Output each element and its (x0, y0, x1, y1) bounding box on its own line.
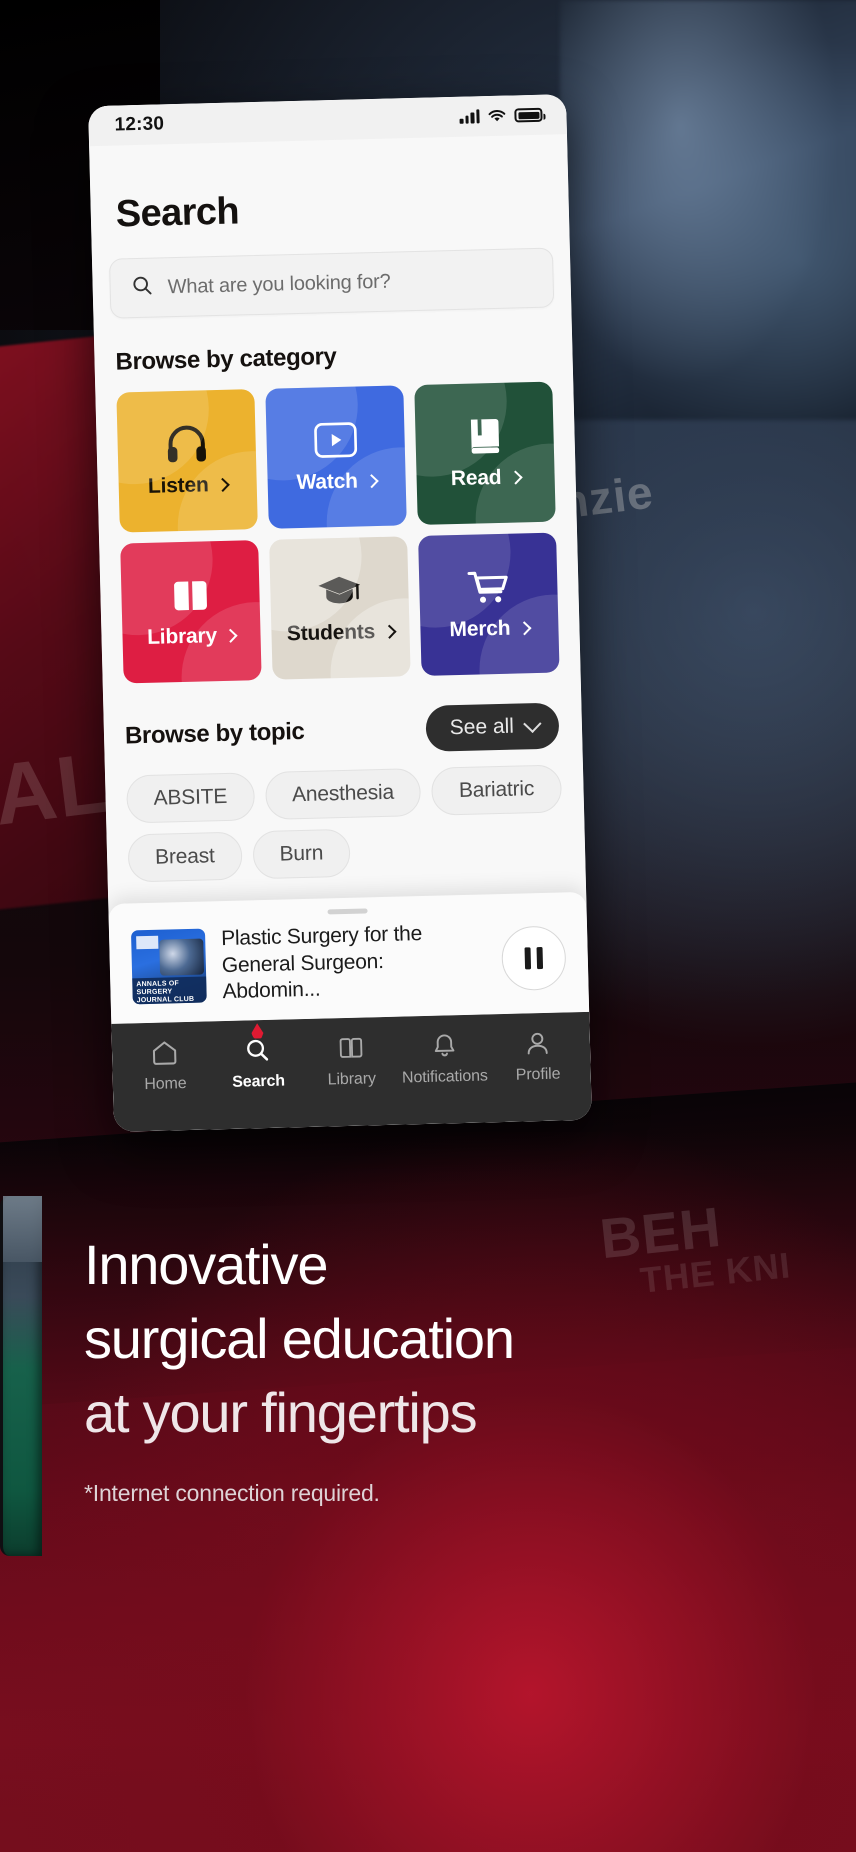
phone-mockup: 12:30 Search What are you looking for? B… (88, 94, 592, 1132)
background-text-al: AL (0, 734, 116, 844)
tab-label: Library (327, 1070, 377, 1089)
category-tile-label: Students (286, 620, 397, 647)
mini-player-artwork: ANNALS OF SURGERY JOURNAL CLUB (130, 928, 207, 1005)
shopping-cart-icon (466, 563, 511, 612)
category-tile-merch[interactable]: Merch (418, 532, 560, 676)
book-open-icon (169, 570, 212, 619)
graduation-cap-icon (316, 566, 363, 615)
category-section-title: Browse by category (115, 343, 337, 376)
tab-label: Home (144, 1075, 187, 1094)
tile-label-text: Watch (296, 469, 359, 495)
book-icon (337, 1034, 366, 1063)
mini-player-text: Plastic Surgery for the General Surgeon:… (221, 919, 487, 1006)
tab-label: Search (232, 1072, 286, 1091)
topic-section-title: Browse by topic (124, 717, 305, 750)
background-photo-sliver (0, 1196, 42, 1556)
bottom-tab-bar: Home Search Library Notifications Profil… (111, 1011, 592, 1132)
category-section-header: Browse by category (115, 337, 556, 376)
chevron-right-icon (382, 624, 397, 639)
marketing-line-1: Innovative (84, 1233, 328, 1296)
book-closed-icon (466, 412, 503, 461)
drag-handle[interactable] (327, 908, 368, 915)
category-tile-read[interactable]: Read (414, 381, 556, 526)
tile-label-text: Library (146, 624, 218, 649)
blood-drop-icon (251, 1023, 263, 1039)
search-screen-content: Search What are you looking for? Browse … (89, 134, 590, 1024)
category-tile-grid: Listen Watch Read Library Students Merch (116, 381, 560, 684)
tab-library[interactable]: Library (305, 1033, 398, 1090)
category-tile-watch[interactable]: Watch (265, 385, 407, 529)
category-tile-label: Watch (296, 469, 379, 495)
search-icon (244, 1036, 272, 1065)
tab-notifications[interactable]: Notifications (398, 1030, 491, 1087)
artwork-caption-line1: ANNALS OF (136, 980, 180, 989)
topic-section-header: Browse by topic See all (124, 702, 565, 759)
marketing-copy: Innovative surgical education at your fi… (84, 1228, 784, 1507)
artwork-photo (159, 938, 205, 976)
category-tile-library[interactable]: Library (120, 540, 262, 684)
tab-home[interactable]: Home (118, 1037, 211, 1094)
topic-chip-burn[interactable]: Burn (251, 828, 351, 880)
tile-label-text: Students (286, 620, 376, 646)
page-title: Search (115, 190, 240, 236)
mini-player[interactable]: ANNALS OF SURGERY JOURNAL CLUB Plastic S… (108, 891, 590, 1024)
marketing-line-3: at your fingertips (84, 1380, 478, 1444)
search-icon (130, 274, 154, 303)
pause-icon (524, 946, 544, 970)
person-icon (524, 1029, 550, 1058)
chevron-right-icon (508, 470, 523, 485)
artwork-caption-line3: JOURNAL CLUB (136, 995, 195, 1005)
home-icon (151, 1038, 179, 1067)
mini-player-pause-button[interactable] (500, 925, 567, 992)
play-rectangle-icon (313, 416, 358, 465)
background-photo-operating-room (560, 0, 856, 420)
tile-label-text: Listen (147, 473, 209, 498)
chevron-right-icon (223, 628, 239, 643)
see-all-label: See all (449, 714, 515, 740)
artwork-caption-line2: SURGERY (136, 988, 173, 997)
battery-icon (514, 107, 543, 123)
phone-screen: 12:30 Search What are you looking for? B… (88, 94, 592, 1132)
marketing-footnote: *Internet connection required. (84, 1479, 380, 1506)
category-tile-label: Merch (449, 616, 532, 642)
tile-label-text: Read (450, 465, 502, 491)
category-tile-label: Library (146, 624, 239, 650)
status-bar-time: 12:30 (114, 113, 165, 136)
topic-chip-bariatric[interactable]: Bariatric (431, 764, 562, 816)
tab-search[interactable]: Search (211, 1035, 304, 1092)
search-placeholder: What are you looking for? (167, 270, 391, 298)
category-tile-label: Listen (147, 473, 230, 499)
search-input[interactable]: What are you looking for? (108, 247, 555, 319)
signal-bars-icon (459, 109, 480, 124)
headphones-icon (165, 419, 208, 468)
chevron-right-icon (215, 477, 230, 492)
tab-label: Notifications (401, 1067, 489, 1087)
tile-label-text: Merch (449, 616, 511, 642)
topic-chip-absite[interactable]: ABSITE (126, 772, 255, 824)
bell-icon (431, 1031, 457, 1060)
topic-chip-list: ABSITE Anesthesia Bariatric Breast Burn (126, 764, 565, 883)
mini-player-title-line2: General Surgeon: Abdomin... (221, 949, 384, 1004)
see-all-button[interactable]: See all (425, 702, 560, 752)
chevron-down-icon (523, 714, 542, 733)
topic-chip-anesthesia[interactable]: Anesthesia (264, 768, 422, 820)
screenshot-root: AL nzie BEH THE KNI 12:30 Search What ar… (0, 0, 856, 1852)
category-tile-students[interactable]: Students (269, 536, 411, 680)
category-tile-label: Read (450, 465, 523, 491)
chevron-right-icon (364, 474, 379, 489)
topic-chip-breast[interactable]: Breast (127, 831, 243, 883)
tab-label: Profile (515, 1065, 561, 1084)
chevron-right-icon (517, 621, 532, 636)
wifi-icon (487, 109, 506, 123)
status-bar-icons (459, 107, 543, 124)
artwork-badge (136, 935, 159, 950)
category-tile-listen[interactable]: Listen (116, 389, 258, 533)
artwork-caption: ANNALS OF SURGERY JOURNAL CLUB (132, 976, 207, 1005)
marketing-line-2: surgical education (84, 1306, 515, 1370)
tab-profile[interactable]: Profile (491, 1028, 584, 1085)
